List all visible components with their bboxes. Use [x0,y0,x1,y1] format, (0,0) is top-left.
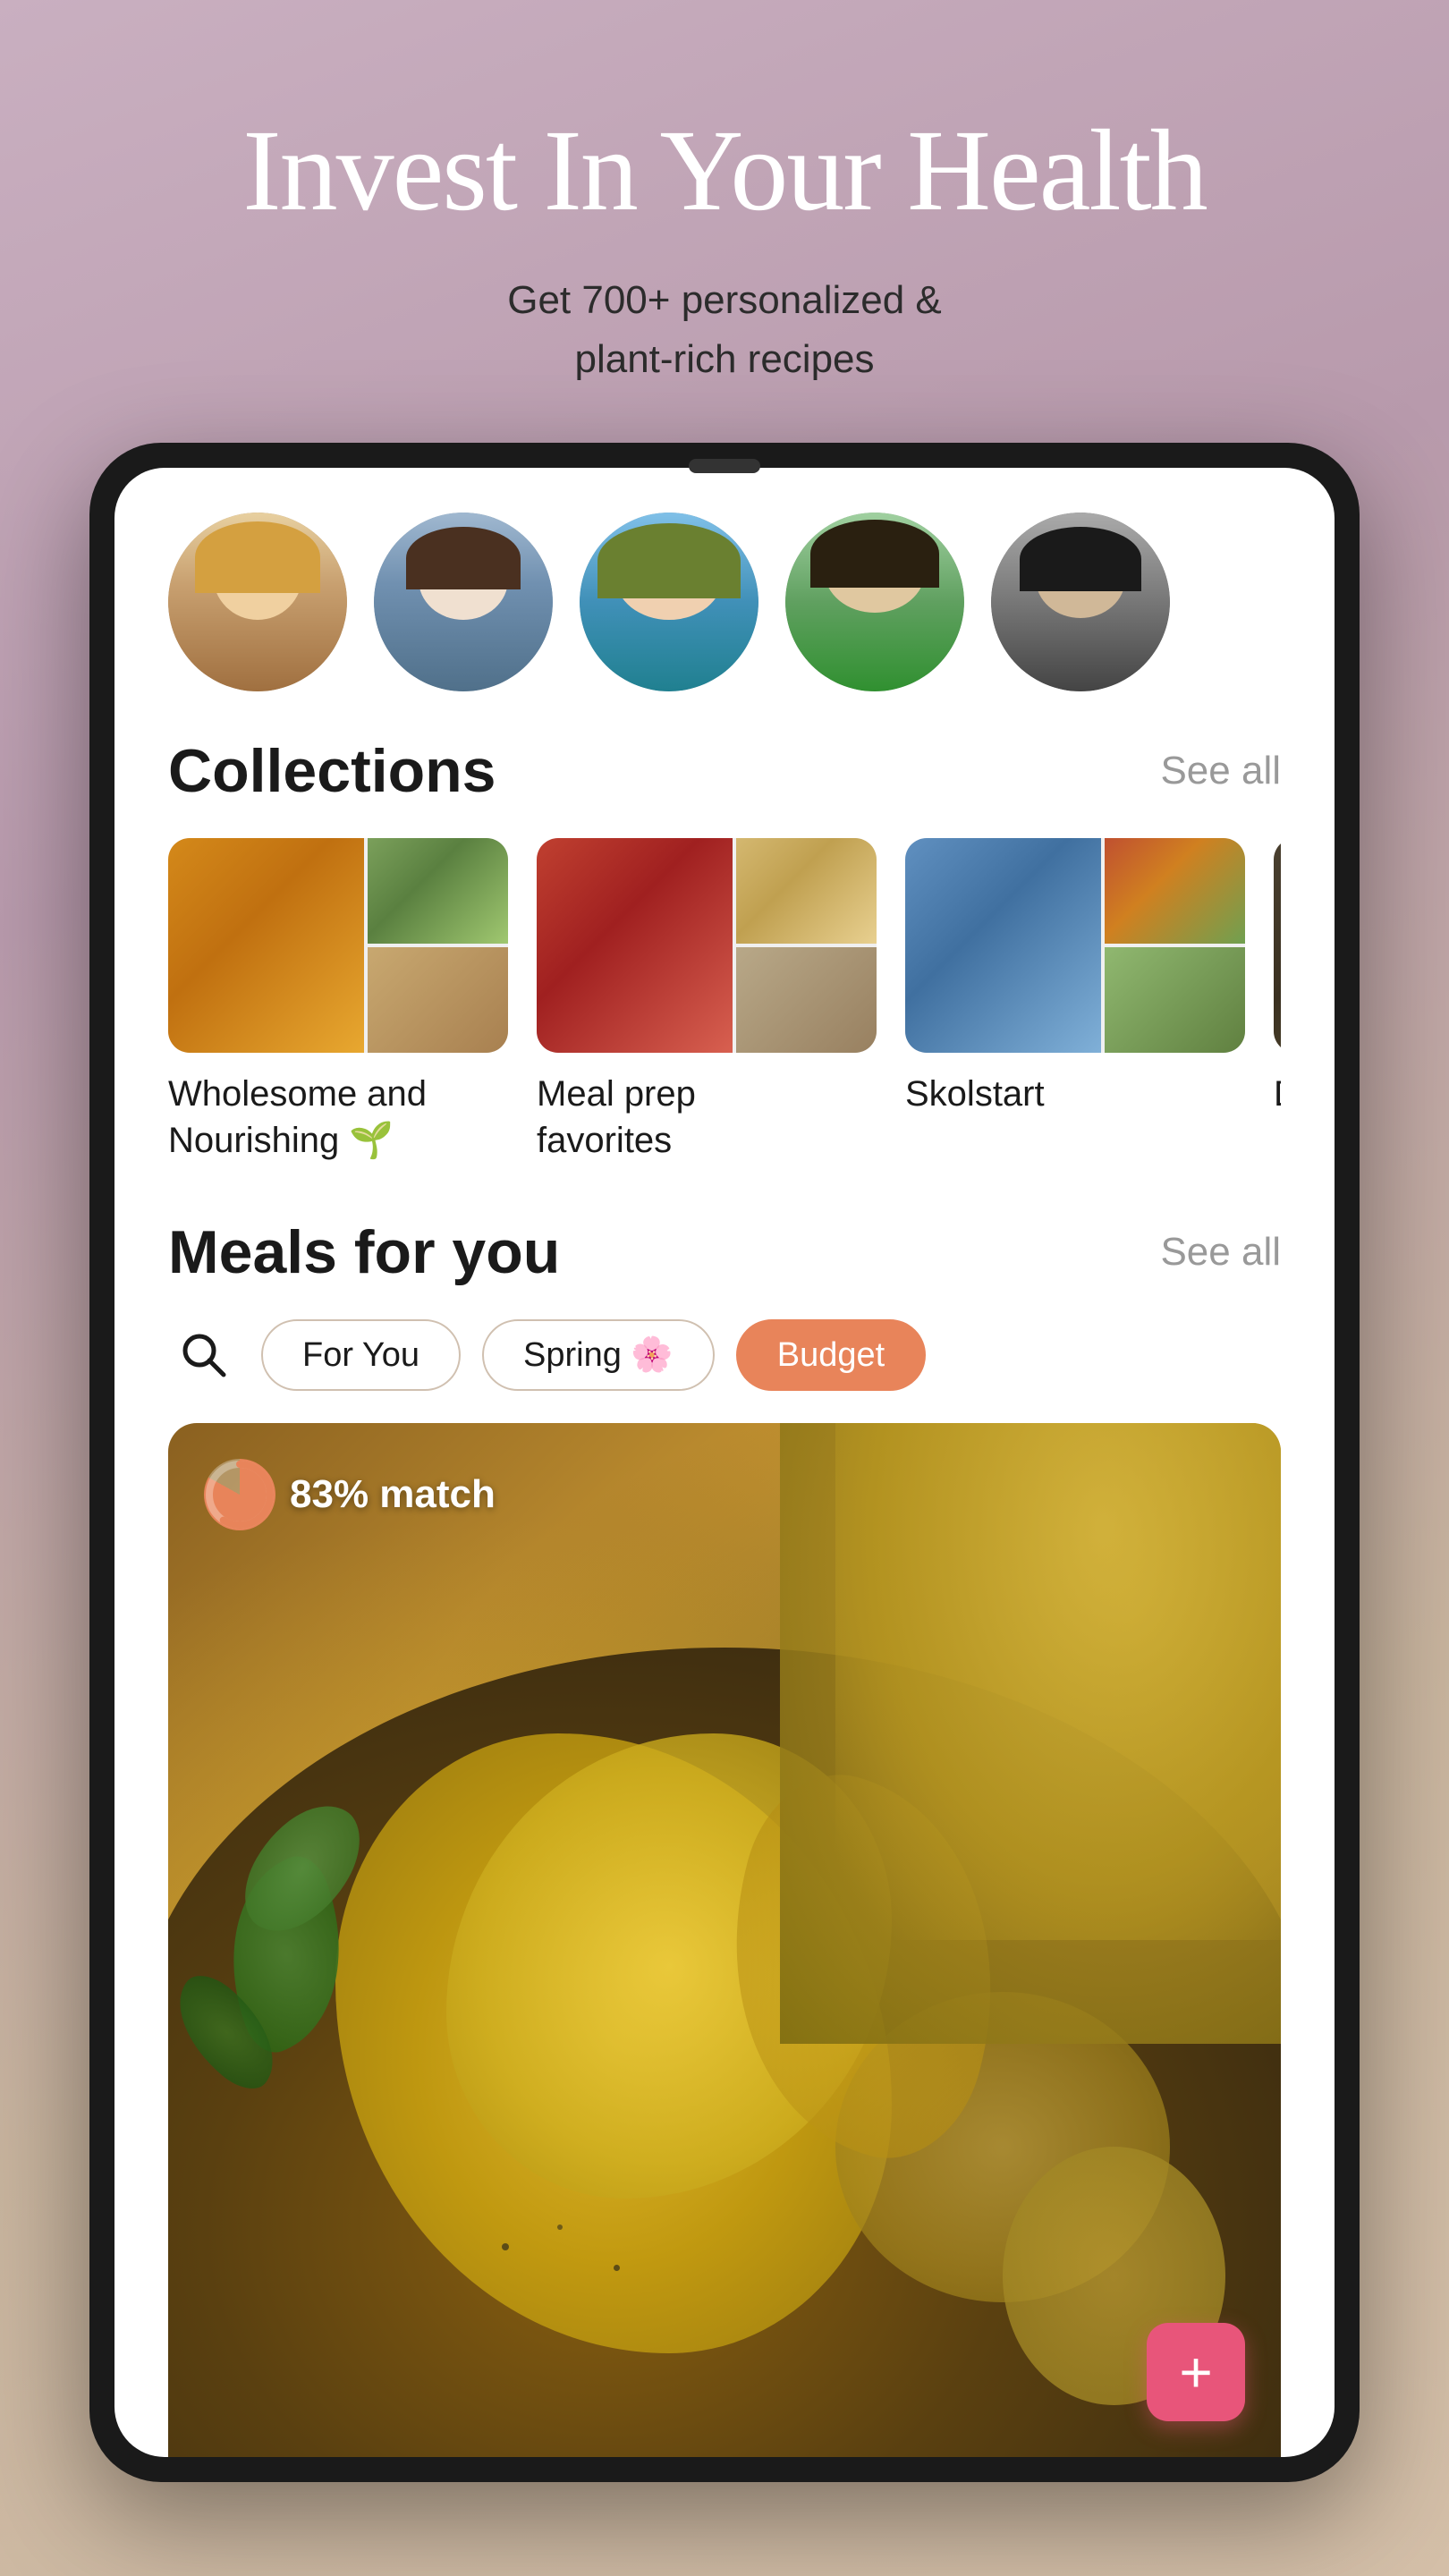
match-badge: 83% match [204,1459,496,1530]
collection-card[interactable]: Skolstart [905,838,1245,1164]
collection-images [905,838,1245,1053]
filter-chip-for-you[interactable]: For You [261,1319,461,1391]
collections-row: Wholesome andNourishing 🌱 Meal prepfavor… [168,838,1281,1182]
search-icon [177,1328,231,1382]
hero-section: Invest In Your Health Get 700+ personali… [0,0,1449,443]
creator-avatar[interactable] [168,513,347,691]
filter-chip-spring[interactable]: Spring 🌸 [482,1319,715,1391]
collection-card[interactable]: D [1274,838,1281,1164]
tablet-screen: Collections See all Wholesome andNourish… [114,468,1335,2457]
collection-card[interactable]: Meal prepfavorites [537,838,877,1164]
collection-card[interactable]: Wholesome andNourishing 🌱 [168,838,508,1164]
collection-name: Wholesome andNourishing 🌱 [168,1071,508,1164]
creator-avatar[interactable] [991,513,1170,691]
collections-section: Collections See all Wholesome andNourish… [114,727,1335,1182]
food-card[interactable]: 83% match + [168,1423,1281,2457]
match-text: 83% match [290,1472,496,1517]
creator-avatar[interactable] [580,513,758,691]
hero-title: Invest In Your Health [72,107,1377,235]
collection-name: Skolstart [905,1071,1245,1117]
meals-header: Meals for you See all [168,1217,1281,1287]
creator-avatar[interactable] [374,513,553,691]
filter-row: For You Spring 🌸 Budget [168,1319,1281,1391]
tablet-frame: Collections See all Wholesome andNourish… [89,443,1360,2482]
tablet-notch [689,459,760,473]
meals-see-all[interactable]: See all [1160,1230,1281,1275]
hero-subtitle: Get 700+ personalized &plant-rich recipe… [72,271,1377,389]
collection-images [168,838,508,1053]
collection-name: D [1274,1071,1281,1117]
collections-title: Collections [168,736,496,806]
collection-images [1274,838,1281,1053]
meals-section: Meals for you See all For You Spring 🌸 [114,1182,1335,1423]
meals-title: Meals for you [168,1217,560,1287]
collections-see-all[interactable]: See all [1160,749,1281,793]
collection-name: Meal prepfavorites [537,1071,877,1164]
creators-row [114,468,1335,727]
creator-avatar[interactable] [785,513,964,691]
search-button[interactable] [168,1319,240,1391]
collection-images [537,838,877,1053]
filter-chip-budget[interactable]: Budget [736,1319,926,1391]
add-meal-button[interactable]: + [1147,2323,1245,2421]
add-icon: + [1179,2343,1212,2401]
match-ring [204,1459,275,1530]
collections-header: Collections See all [168,736,1281,806]
